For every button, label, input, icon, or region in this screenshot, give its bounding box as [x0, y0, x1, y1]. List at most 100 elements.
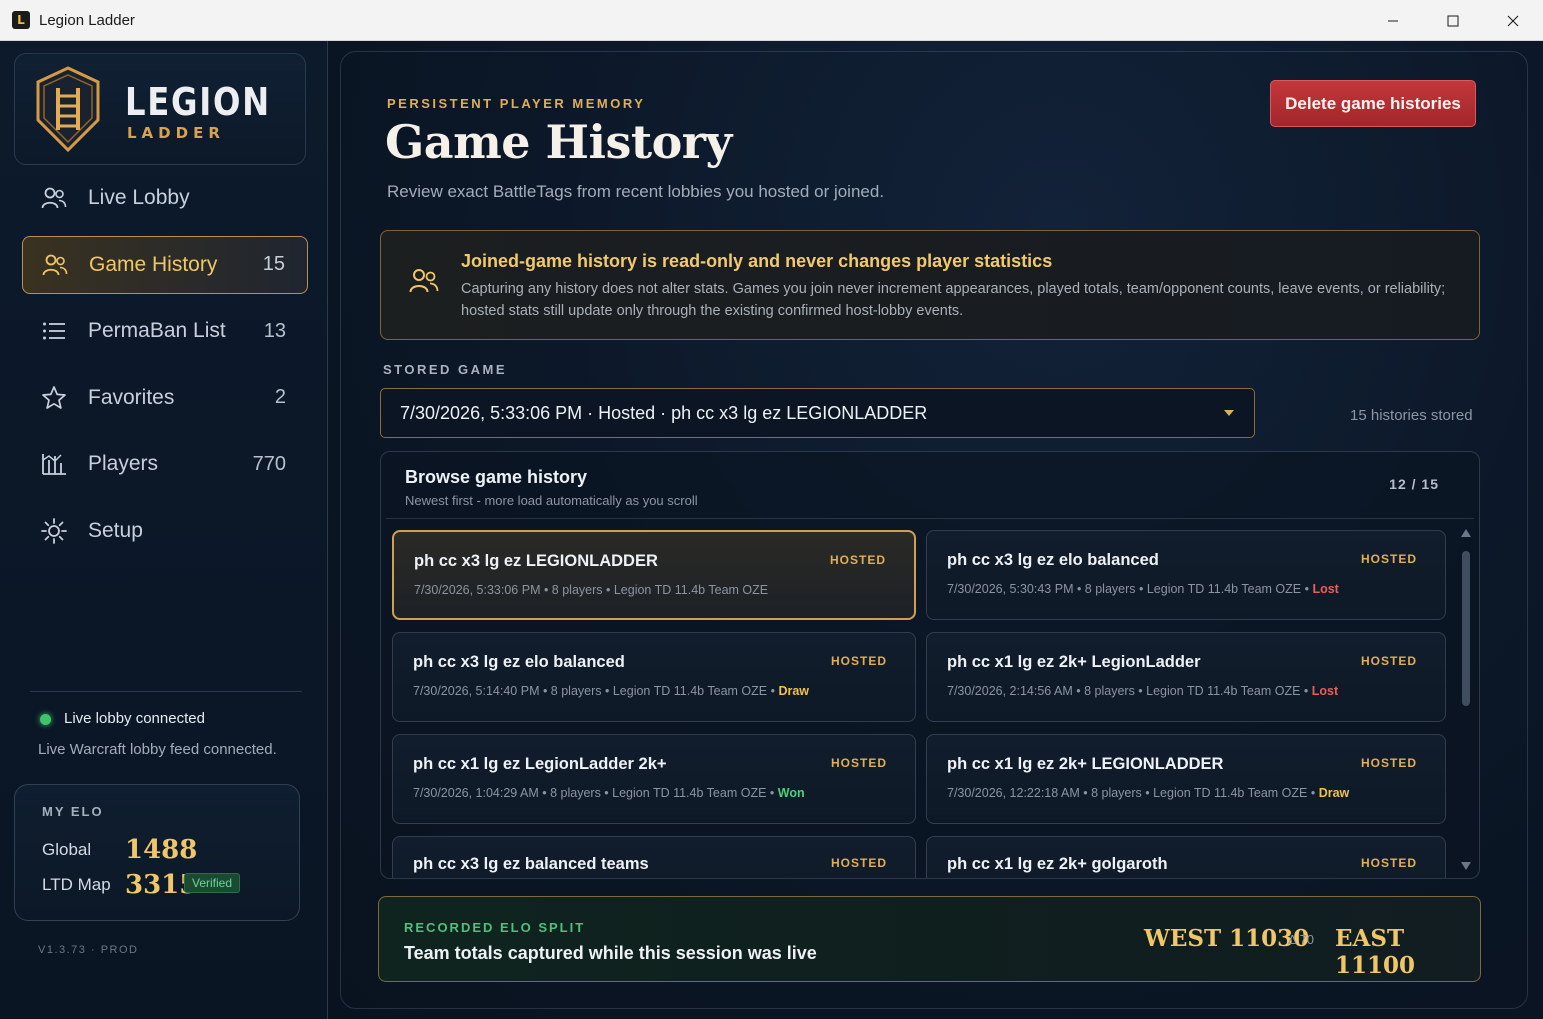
result-draw: Draw: [1318, 786, 1350, 800]
browse-title: Browse game history: [405, 467, 588, 487]
maximize-button[interactable]: [1423, 0, 1483, 41]
hosted-badge: HOSTED: [830, 856, 887, 870]
scroll-up-icon[interactable]: [1461, 529, 1471, 537]
chevron-down-icon: [1224, 410, 1234, 416]
game-card[interactable]: ph cc x1 lg ez 2k+ LEGIONLADDER 7/30/202…: [926, 734, 1446, 824]
game-card-title: ph cc x1 lg ez 2k+ LegionLadder: [947, 653, 1201, 671]
scrollbar-thumb[interactable]: [1462, 551, 1470, 706]
verified-badge: Verified: [184, 873, 241, 893]
sidebar-item-count: 15: [262, 253, 285, 275]
game-card-title: ph cc x1 lg ez 2k+ LEGIONLADDER: [947, 755, 1224, 773]
bar-chart-icon: [40, 450, 68, 478]
game-card[interactable]: ph cc x1 lg ez 2k+ golgaroth HOSTED: [926, 836, 1446, 878]
page-eyebrow: PERSISTENT PLAYER MEMORY: [387, 96, 646, 111]
game-card[interactable]: ph cc x1 lg ez 2k+ LegionLadder 7/30/202…: [926, 632, 1446, 722]
game-card-title: ph cc x1 lg ez 2k+ golgaroth: [947, 855, 1168, 873]
game-card[interactable]: ph cc x1 lg ez LegionLadder 2k+ 7/30/202…: [392, 734, 916, 824]
legion-ladder-app-icon: L: [12, 11, 30, 29]
game-card-title: ph cc x3 lg ez elo balanced: [413, 653, 625, 671]
sidebar-item-favorites[interactable]: Favorites 2: [22, 369, 308, 427]
sidebar-item-count: 2: [274, 386, 286, 408]
list-icon: [40, 317, 68, 345]
read-only-notice: Joined-game history is read-only and nev…: [380, 230, 1480, 340]
sidebar-item-label: Setup: [88, 518, 143, 542]
page-title: Game History: [385, 115, 732, 169]
sidebar-item-game-history[interactable]: Game History 15: [22, 235, 308, 294]
stored-histories-count: 15 histories stored: [1350, 407, 1473, 424]
gear-icon: [40, 517, 68, 545]
game-card-meta: 7/30/2026, 5:33:06 PM • 8 players • Legi…: [414, 583, 769, 597]
window-titlebar: L Legion Ladder: [0, 0, 1543, 41]
map-elo-label: LTD Map: [42, 875, 111, 894]
close-icon: [1507, 15, 1519, 26]
scroll-down-icon[interactable]: [1461, 862, 1471, 870]
app-version: V1.3.73 · PROD: [38, 944, 139, 956]
browse-subtitle: Newest first - more load automatically a…: [405, 493, 698, 508]
users-icon: [41, 251, 69, 279]
game-card-title: ph cc x3 lg ez balanced teams: [413, 855, 649, 873]
elo-delta: Δ 70: [1288, 932, 1315, 947]
game-card-meta: 7/30/2026, 5:30:43 PM • 8 players • Legi…: [947, 582, 1339, 596]
sidebar-item-label: Live Lobby: [88, 186, 190, 209]
east-team-total: EAST 11100: [1335, 925, 1416, 979]
recorded-elo-split: RECORDED ELO SPLIT Team totals captured …: [378, 896, 1481, 982]
sidebar-item-label: Favorites: [88, 385, 175, 409]
sidebar-item-setup[interactable]: Setup: [22, 502, 308, 560]
minimize-button[interactable]: [1363, 0, 1423, 41]
users-icon: [409, 268, 439, 299]
game-card-title: ph cc x1 lg ez LegionLadder 2k+: [413, 755, 667, 773]
game-card-meta: 7/30/2026, 5:14:40 PM • 8 players • Legi…: [413, 684, 810, 698]
minimize-icon: [1388, 20, 1398, 21]
sidebar-nav: Live Lobby Game History 15 PermaBan List…: [22, 169, 308, 568]
hosted-badge: HOSTED: [830, 756, 887, 770]
game-card-title: ph cc x3 lg ez LEGIONLADDER: [414, 552, 658, 570]
hosted-badge: HOSTED: [1360, 552, 1417, 566]
page-subtitle: Review exact BattleTags from recent lobb…: [387, 182, 885, 201]
sidebar-item-count: 770: [252, 452, 286, 475]
result-lost: Lost: [1311, 684, 1339, 698]
my-elo-panel: MY ELO Global 1488 LTD Map 3315 Verified: [14, 784, 300, 921]
hosted-badge: HOSTED: [1360, 654, 1417, 668]
sidebar-item-label: Players: [88, 452, 159, 475]
sidebar-item-count: 13: [263, 319, 286, 342]
browse-game-history-panel: Browse game history Newest first - more …: [380, 451, 1480, 879]
stored-game-selected-value: 7/30/2026, 5:33:06 PM · Hosted · ph cc x…: [400, 402, 928, 423]
notice-body: Capturing any history does not alter sta…: [461, 281, 1446, 319]
game-card-meta: 7/30/2026, 12:22:18 AM • 8 players • Leg…: [947, 786, 1350, 800]
hosted-badge: HOSTED: [829, 553, 886, 567]
result-lost: Lost: [1312, 582, 1339, 596]
hosted-badge: HOSTED: [1360, 856, 1417, 870]
status-dot-icon: [40, 714, 51, 725]
app-logo: LEGION LADDER: [14, 53, 306, 165]
users-icon: [40, 184, 68, 212]
stored-game-select[interactable]: 7/30/2026, 5:33:06 PM · Hosted · ph cc x…: [380, 388, 1255, 438]
main-content: PERSISTENT PLAYER MEMORY Game History Re…: [328, 41, 1543, 1019]
browse-scrollbar[interactable]: [1459, 527, 1473, 872]
game-card[interactable]: ph cc x3 lg ez balanced teams HOSTED: [392, 836, 916, 878]
sidebar-item-players[interactable]: Players 770: [22, 435, 308, 493]
sidebar-item-live-lobby[interactable]: Live Lobby: [22, 169, 308, 227]
game-card[interactable]: ph cc x3 lg ez elo balanced 7/30/2026, 5…: [392, 632, 916, 722]
sidebar-item-label: PermaBan List: [88, 319, 226, 342]
connection-status: Live lobby connected Live Warcraft lobby…: [30, 691, 302, 771]
close-button[interactable]: [1483, 0, 1543, 41]
result-won: Won: [777, 786, 805, 800]
stored-game-label: STORED GAME: [383, 362, 508, 377]
elo-split-label: RECORDED ELO SPLIT: [404, 920, 586, 935]
result-draw: Draw: [778, 684, 810, 698]
my-elo-heading: MY ELO: [42, 804, 104, 819]
maximize-icon: [1447, 15, 1459, 26]
connection-status-detail: Live Warcraft lobby feed connected.: [38, 741, 277, 758]
sidebar-item-permaban-list[interactable]: PermaBan List 13: [22, 302, 308, 360]
delete-game-histories-button[interactable]: Delete game histories: [1270, 80, 1476, 127]
game-card-meta: 7/30/2026, 1:04:29 AM • 8 players • Legi…: [413, 786, 805, 800]
window-title: Legion Ladder: [39, 11, 135, 29]
global-elo-value: 1488: [125, 835, 198, 865]
game-card[interactable]: ph cc x3 lg ez elo balanced 7/30/2026, 5…: [926, 530, 1446, 620]
game-card[interactable]: ph cc x3 lg ez LEGIONLADDER 7/30/2026, 5…: [392, 530, 916, 620]
divider: [386, 518, 1474, 519]
notice-title: Joined-game history is read-only and nev…: [461, 251, 1053, 271]
browse-counter: 12 / 15: [1389, 476, 1439, 492]
west-team-total: WEST 11030: [1144, 925, 1310, 952]
sidebar: LEGION LADDER Live Lobby Game History 15…: [0, 41, 328, 1019]
